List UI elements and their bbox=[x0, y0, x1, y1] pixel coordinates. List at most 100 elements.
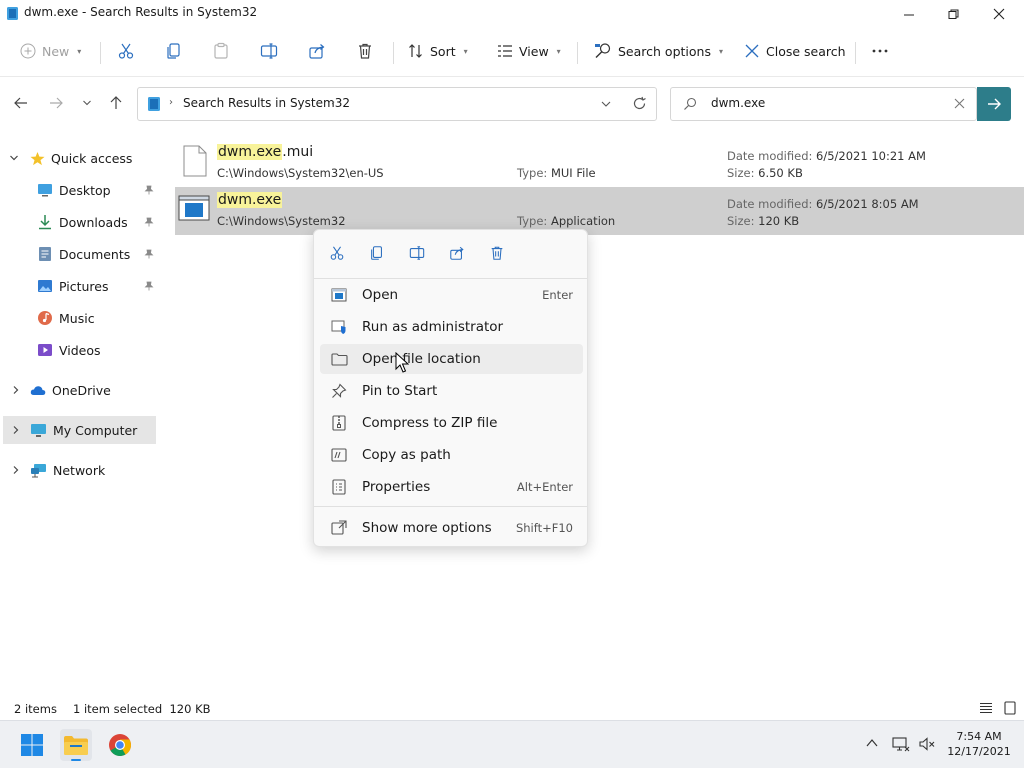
breadcrumb-chevron-icon: › bbox=[169, 97, 173, 108]
separator bbox=[855, 42, 856, 64]
arrow-right-icon bbox=[48, 95, 64, 111]
start-button[interactable] bbox=[16, 729, 48, 761]
pin-icon bbox=[144, 217, 154, 227]
sidebar-item-network[interactable]: Network bbox=[0, 456, 160, 484]
more-options-button[interactable] bbox=[871, 36, 889, 66]
more-options-icon bbox=[328, 520, 350, 536]
chevron-right-icon[interactable] bbox=[11, 465, 21, 475]
search-input[interactable]: dwm.exe bbox=[711, 96, 765, 110]
sidebar-item-pictures[interactable]: Pictures bbox=[0, 272, 160, 300]
ctx-delete-button[interactable] bbox=[486, 242, 508, 264]
chevron-down-icon[interactable] bbox=[9, 153, 21, 163]
sidebar-item-music[interactable]: Music bbox=[0, 304, 160, 332]
share-button[interactable] bbox=[308, 36, 326, 66]
paste-button[interactable] bbox=[212, 36, 230, 66]
close-window-button[interactable] bbox=[976, 0, 1022, 28]
network-status-icon[interactable] bbox=[892, 736, 910, 752]
file-date: Date modified: 6/5/2021 8:05 AM bbox=[727, 197, 919, 211]
sort-button[interactable]: Sort ▾ bbox=[408, 36, 468, 66]
ctx-share-button[interactable] bbox=[446, 242, 468, 264]
restore-button[interactable] bbox=[930, 0, 976, 28]
sidebar-item-videos[interactable]: Videos bbox=[0, 336, 160, 364]
file-row[interactable]: dwm.exe.mui C:\Windows\System32\en-US Ty… bbox=[175, 139, 1024, 187]
star-icon bbox=[30, 151, 45, 166]
taskbar-chrome[interactable] bbox=[104, 729, 136, 761]
shield-icon bbox=[328, 319, 350, 335]
volume-muted-icon[interactable] bbox=[918, 736, 936, 752]
forward-button[interactable] bbox=[46, 94, 66, 112]
file-name[interactable]: dwm.exe bbox=[217, 192, 283, 208]
chevron-down-icon: ▾ bbox=[556, 46, 561, 56]
copy-button[interactable] bbox=[165, 36, 183, 66]
open-icon bbox=[328, 288, 350, 302]
menu-item-show-more-options[interactable]: Show more options Shift+F10 bbox=[320, 513, 583, 543]
chevron-up-icon[interactable] bbox=[866, 738, 878, 748]
file-name[interactable]: dwm.exe.mui bbox=[217, 144, 313, 160]
videos-icon bbox=[37, 342, 53, 358]
view-button[interactable]: View ▾ bbox=[497, 36, 561, 66]
chrome-icon bbox=[108, 733, 132, 757]
shortcut-label: Enter bbox=[542, 288, 573, 302]
clear-search-icon[interactable] bbox=[954, 98, 965, 109]
sidebar-item-quick-access[interactable]: Quick access bbox=[0, 144, 160, 172]
share-icon bbox=[449, 245, 465, 261]
search-box[interactable]: dwm.exe bbox=[670, 87, 977, 121]
new-button[interactable]: New ▾ bbox=[20, 36, 81, 66]
menu-item-open-file-location[interactable]: Open file location bbox=[320, 344, 583, 374]
scissors-icon bbox=[117, 42, 135, 60]
recent-locations-button[interactable] bbox=[77, 94, 97, 112]
paste-icon bbox=[212, 42, 230, 60]
clock[interactable]: 7:54 AM 12/17/2021 bbox=[946, 729, 1012, 759]
file-icon bbox=[183, 145, 207, 177]
sidebar-item-documents[interactable]: Documents bbox=[0, 240, 160, 268]
ctx-rename-button[interactable] bbox=[406, 242, 428, 264]
minimize-button[interactable] bbox=[886, 0, 932, 28]
sidebar-item-downloads[interactable]: Downloads bbox=[0, 208, 160, 236]
file-row[interactable]: dwm.exe C:\Windows\System32 Type: Applic… bbox=[175, 187, 1024, 235]
title-bar[interactable]: dwm.exe - Search Results in System32 bbox=[0, 0, 1024, 28]
delete-button[interactable] bbox=[356, 36, 374, 66]
rename-icon bbox=[409, 245, 425, 261]
search-options-button[interactable]: Search options ▾ bbox=[594, 36, 723, 66]
command-bar: New ▾ Sort ▾ View ▾ Search options ▾ Clo… bbox=[0, 28, 1024, 74]
menu-separator bbox=[314, 278, 587, 279]
taskbar-file-explorer[interactable] bbox=[60, 729, 92, 761]
breadcrumb-location[interactable]: Search Results in System32 bbox=[183, 96, 350, 110]
context-menu: Open Enter Run as administrator Open fil… bbox=[313, 229, 588, 547]
ctx-cut-button[interactable] bbox=[326, 242, 348, 264]
sidebar-item-desktop[interactable]: Desktop bbox=[0, 176, 160, 204]
sidebar-item-label: Desktop bbox=[59, 182, 111, 198]
ctx-copy-button[interactable] bbox=[366, 242, 388, 264]
large-icons-view-button[interactable] bbox=[1003, 701, 1017, 715]
arrow-up-icon bbox=[108, 95, 124, 111]
up-button[interactable] bbox=[106, 94, 126, 112]
sidebar-item-onedrive[interactable]: OneDrive bbox=[0, 376, 160, 404]
sidebar-item-label: Pictures bbox=[59, 278, 109, 294]
menu-item-open[interactable]: Open Enter bbox=[320, 280, 583, 310]
menu-item-compress-to-zip[interactable]: Compress to ZIP file bbox=[320, 408, 583, 438]
refresh-icon[interactable] bbox=[632, 96, 647, 111]
menu-item-copy-as-path[interactable]: Copy as path bbox=[320, 440, 583, 470]
chevron-right-icon[interactable] bbox=[11, 385, 21, 395]
sidebar-item-my-computer[interactable]: My Computer bbox=[3, 416, 156, 444]
close-search-button[interactable]: Close search bbox=[744, 36, 846, 66]
menu-item-properties[interactable]: Properties Alt+Enter bbox=[320, 472, 583, 502]
close-search-icon bbox=[744, 43, 760, 59]
rename-button[interactable] bbox=[260, 36, 278, 66]
cut-button[interactable] bbox=[117, 36, 135, 66]
navigation-pane: Quick access Desktop Downloads Documents… bbox=[0, 140, 160, 695]
file-name-rest: .mui bbox=[282, 144, 314, 160]
search-options-icon bbox=[594, 42, 612, 60]
chevron-right-icon[interactable] bbox=[11, 425, 21, 435]
breadcrumb-chevron-icon[interactable]: › bbox=[331, 97, 335, 108]
chevron-down-icon bbox=[82, 98, 92, 108]
menu-item-run-as-administrator[interactable]: Run as administrator bbox=[320, 312, 583, 342]
view-list-icon bbox=[497, 43, 513, 59]
search-go-button[interactable] bbox=[977, 87, 1011, 121]
menu-item-pin-to-start[interactable]: Pin to Start bbox=[320, 376, 583, 406]
search-options-label: Search options bbox=[618, 43, 711, 59]
back-button[interactable] bbox=[11, 94, 31, 112]
address-dropdown-icon[interactable] bbox=[600, 98, 612, 110]
address-bar[interactable]: › Search Results in System32 › bbox=[137, 87, 657, 121]
details-view-button[interactable] bbox=[979, 701, 993, 715]
